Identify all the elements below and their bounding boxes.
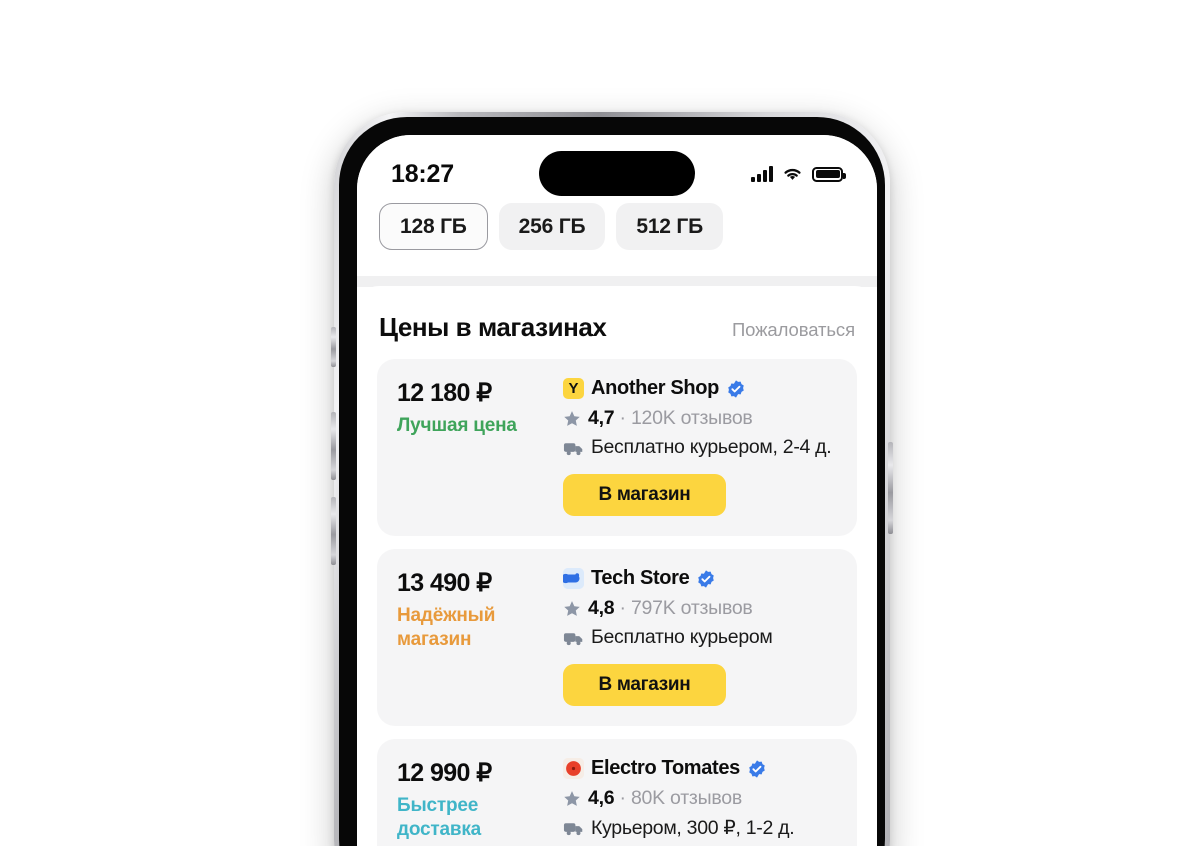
verified-badge-icon [726, 379, 746, 399]
go-to-shop-button[interactable]: В магазин [563, 664, 726, 706]
offer-price: 12 990 ₽ [397, 759, 492, 787]
offer-price: 13 490 ₽ [397, 569, 492, 597]
storage-chip-128[interactable]: 128 ГБ [379, 203, 488, 250]
shop-name: Tech Store [591, 567, 690, 589]
rating-value: 4,8 [588, 597, 615, 619]
action-button[interactable] [331, 327, 336, 367]
delivery-truck-icon [563, 819, 584, 837]
storage-chip-256[interactable]: 256 ГБ [498, 203, 606, 250]
star-icon [563, 410, 581, 428]
shop-row: Electro Tomates [563, 757, 837, 780]
delivery-row: Бесплатно курьером [563, 626, 837, 649]
storage-chip-512[interactable]: 512 ГБ [616, 203, 724, 250]
shop-name: Another Shop [591, 377, 720, 399]
offer-details-column: Y Another Shop 4,7 · 120K отзывов Беспла… [563, 377, 837, 516]
status-bar: 18:27 [357, 135, 877, 199]
storage-options-row: 128 ГБ 256 ГБ 512 ГБ [357, 199, 877, 276]
cellular-bars-icon [751, 166, 773, 182]
offer-badge: Быстрее доставка [397, 795, 482, 840]
offer-card[interactable]: 13 490 ₽ Надёжный магазин Tech Store 4,8… [377, 549, 857, 726]
status-time: 18:27 [391, 159, 454, 188]
offer-card[interactable]: 12 180 ₽ Лучшая цена Y Another Shop 4,7 … [377, 359, 857, 536]
rating-text: 4,6 · 80K отзывов [588, 787, 742, 810]
status-indicators [751, 152, 846, 182]
rating-value: 4,7 [588, 407, 615, 429]
delivery-text: Курьером, 300 ₽, 1-2 д. [591, 817, 795, 839]
volume-down-button[interactable] [331, 497, 336, 565]
shop-name: Electro Tomates [591, 757, 740, 779]
wifi-icon [782, 166, 803, 182]
shop-row: Y Another Shop [563, 377, 837, 400]
rating-row: 4,6 · 80K отзывов [563, 787, 837, 810]
rating-text: 4,8 · 797K отзывов [588, 597, 753, 620]
reviews-count: · 797K отзывов [614, 597, 753, 619]
rating-row: 4,8 · 797K отзывов [563, 597, 837, 620]
page-title: Цены в магазинах [379, 312, 607, 342]
report-link[interactable]: Пожаловаться [732, 319, 855, 341]
verified-badge-icon [696, 569, 716, 589]
offers-section-header: Цены в магазинах Пожаловаться [377, 286, 857, 359]
blue-blob-logo-icon [563, 568, 584, 589]
shop-row: Tech Store [563, 567, 837, 590]
star-icon [563, 790, 581, 808]
rating-row: 4,7 · 120K отзывов [563, 407, 837, 430]
star-icon [563, 600, 581, 618]
offer-price: 12 180 ₽ [397, 379, 492, 407]
phone-screen: 18:27 128 ГБ 256 ГБ 512 ГБ Цены в магази… [357, 135, 877, 846]
delivery-truck-icon [563, 439, 584, 457]
offer-badge: Надёжный магазин [397, 605, 496, 650]
phone-device-frame: 18:27 128 ГБ 256 ГБ 512 ГБ Цены в магази… [331, 112, 893, 846]
offer-details-column: Tech Store 4,8 · 797K отзывов Бесплатно … [563, 567, 837, 706]
offer-details-column: Electro Tomates 4,6 · 80K отзывов Курьер… [563, 757, 837, 846]
reviews-count: · 120K отзывов [614, 407, 753, 429]
rating-value: 4,6 [588, 787, 615, 809]
power-button[interactable] [888, 442, 893, 534]
battery-full-icon [812, 166, 846, 182]
offer-badge: Лучшая цена [397, 415, 517, 436]
rating-text: 4,7 · 120K отзывов [588, 407, 753, 430]
offer-price-column: 12 990 ₽ Быстрее доставка [397, 757, 563, 846]
delivery-truck-icon [563, 629, 584, 647]
tomato-circle-logo-icon [563, 758, 584, 779]
verified-badge-icon [747, 759, 767, 779]
volume-up-button[interactable] [331, 412, 336, 480]
go-to-shop-button[interactable]: В магазин [563, 474, 726, 516]
screenshot-root: 18:27 128 ГБ 256 ГБ 512 ГБ Цены в магази… [0, 0, 1200, 846]
reviews-count: · 80K отзывов [614, 787, 743, 809]
delivery-text: Бесплатно курьером, 2-4 д. [591, 436, 832, 458]
delivery-row: Курьером, 300 ₽, 1-2 д. [563, 816, 837, 840]
offer-price-column: 12 180 ₽ Лучшая цена [397, 377, 563, 516]
offer-price-column: 13 490 ₽ Надёжный магазин [397, 567, 563, 706]
delivery-row: Бесплатно курьером, 2-4 д. [563, 436, 837, 459]
phone-bezel: 18:27 128 ГБ 256 ГБ 512 ГБ Цены в магази… [339, 117, 885, 846]
offers-section: Цены в магазинах Пожаловаться 12 180 ₽ Л… [357, 286, 877, 846]
delivery-text: Бесплатно курьером [591, 626, 773, 648]
yandex-y-logo-icon: Y [563, 378, 584, 399]
dynamic-island [539, 151, 695, 196]
offer-card[interactable]: 12 990 ₽ Быстрее доставка Electro Tomate… [377, 739, 857, 846]
